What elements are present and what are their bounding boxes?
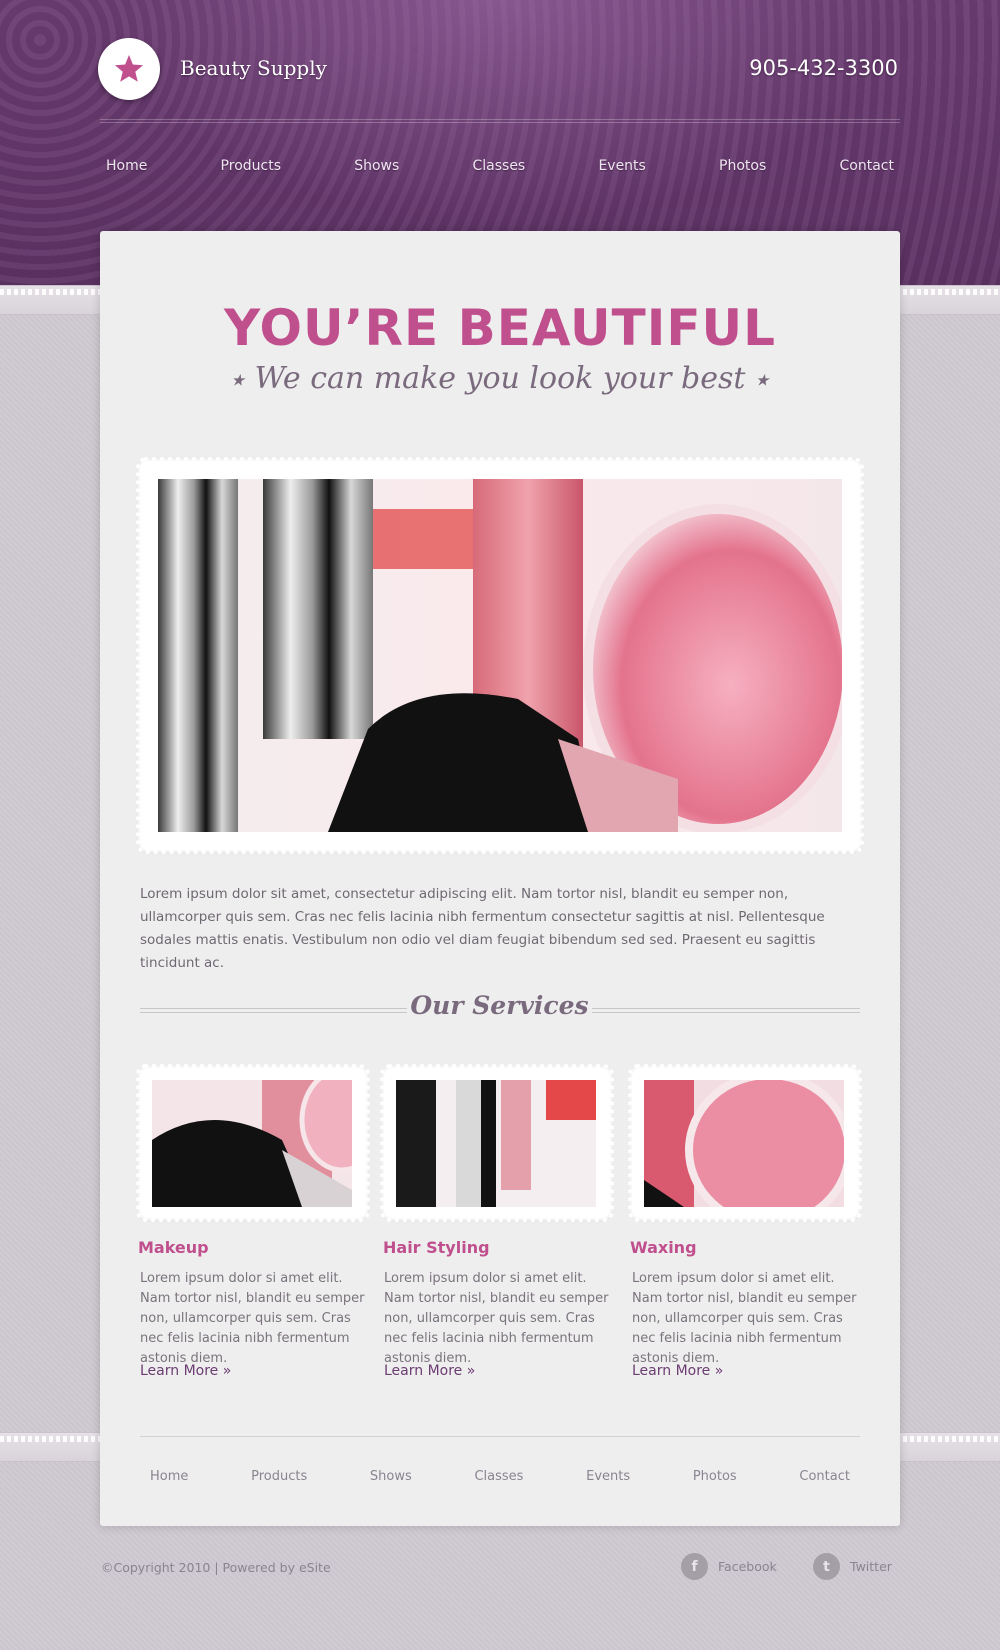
facebook-link[interactable]: f Facebook — [681, 1553, 777, 1580]
service-description: Lorem ipsum dolor si amet elit. Nam tort… — [632, 1271, 857, 1366]
nav-photos[interactable]: Photos — [719, 158, 766, 174]
service-title: Waxing — [630, 1238, 697, 1257]
footer-divider — [140, 1436, 860, 1437]
twitter-link[interactable]: t Twitter — [813, 1553, 892, 1580]
service-photo-frame[interactable] — [380, 1064, 614, 1222]
service-title: Hair Styling — [383, 1238, 490, 1257]
hero-subtitle: ★ We can make you look your best ★ — [100, 361, 900, 396]
twitter-icon: t — [813, 1553, 840, 1580]
service-photo-makeup — [152, 1080, 352, 1207]
service-photo-frame[interactable] — [136, 1064, 370, 1222]
facebook-label: Facebook — [718, 1559, 777, 1574]
twitter-label: Twitter — [850, 1559, 892, 1574]
brand-name[interactable]: Beauty Supply — [180, 56, 327, 80]
service-photo-waxing — [644, 1080, 844, 1207]
service-description: Lorem ipsum dolor si amet elit. Nam tort… — [384, 1271, 609, 1366]
footer-nav-classes[interactable]: Classes — [474, 1469, 523, 1484]
star-icon: ★ — [230, 370, 245, 390]
phone-number: 905-432-3300 — [749, 56, 898, 80]
hero-subtitle-text: We can make you look your best — [254, 361, 746, 396]
hero-title: YOU’RE BEAUTIFUL — [224, 299, 776, 357]
main-nav: Home Products Shows Classes Events Photo… — [100, 158, 900, 174]
learn-more-link[interactable]: Learn More » — [384, 1363, 475, 1379]
footer-nav: Home Products Shows Classes Events Photo… — [140, 1469, 860, 1484]
nav-contact[interactable]: Contact — [839, 158, 893, 174]
nav-products[interactable]: Products — [221, 158, 281, 174]
footer-nav-products[interactable]: Products — [251, 1469, 307, 1484]
footer-nav-photos[interactable]: Photos — [693, 1469, 737, 1484]
logo-badge[interactable] — [98, 38, 160, 100]
intro-paragraph: Lorem ipsum dolor sit amet, consectetur … — [140, 886, 825, 971]
learn-more-link[interactable]: Learn More » — [632, 1363, 723, 1379]
service-description: Lorem ipsum dolor si amet elit. Nam tort… — [140, 1271, 365, 1366]
footer-nav-shows[interactable]: Shows — [370, 1469, 412, 1484]
copyright-text: ©Copyright 2010 | Powered by eSite — [101, 1560, 331, 1575]
header-divider — [100, 119, 900, 123]
hero-photo-frame — [136, 457, 864, 854]
nav-events[interactable]: Events — [598, 158, 645, 174]
facebook-icon: f — [681, 1553, 708, 1580]
nav-home[interactable]: Home — [106, 158, 147, 174]
footer-nav-home[interactable]: Home — [150, 1469, 188, 1484]
footer-nav-events[interactable]: Events — [586, 1469, 630, 1484]
service-photo-hair-styling — [396, 1080, 596, 1207]
services-divider-left — [140, 1008, 407, 1013]
star-icon: ★ — [755, 370, 770, 390]
service-title: Makeup — [138, 1238, 209, 1257]
nav-shows[interactable]: Shows — [354, 158, 399, 174]
services-heading: Our Services — [410, 991, 589, 1020]
nav-classes[interactable]: Classes — [472, 158, 525, 174]
star-icon — [115, 55, 143, 82]
service-photo-frame[interactable] — [628, 1064, 862, 1222]
footer-nav-contact[interactable]: Contact — [799, 1469, 850, 1484]
learn-more-link[interactable]: Learn More » — [140, 1363, 231, 1379]
hero-photo — [158, 479, 842, 832]
content-card: YOU’RE BEAUTIFUL ★ We can make you look … — [100, 231, 900, 1526]
services-divider-right — [592, 1008, 860, 1013]
